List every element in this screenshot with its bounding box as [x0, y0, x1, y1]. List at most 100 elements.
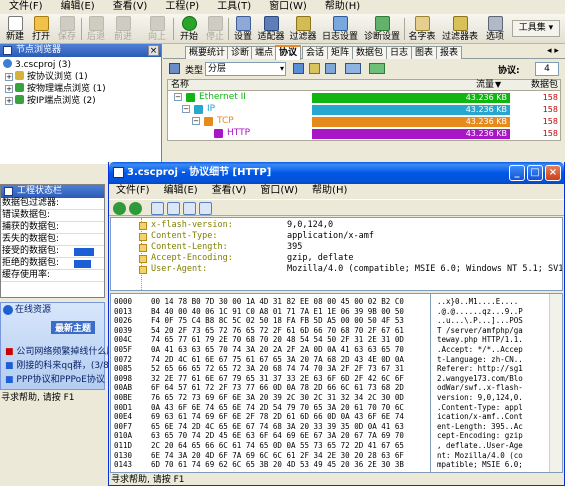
forward-button[interactable]: 前进 — [111, 15, 135, 43]
window-menu-view[interactable]: 查看(V) — [205, 184, 254, 197]
view-icon[interactable] — [169, 63, 180, 74]
tab-protocol[interactable]: 协议 — [275, 45, 302, 60]
filter-icon[interactable] — [309, 63, 320, 74]
forward-arrow-icon — [115, 16, 131, 31]
collapse-icon[interactable]: − — [182, 105, 190, 113]
tab-matrix[interactable]: 矩阵 — [327, 46, 354, 59]
expand-icon[interactable]: + — [5, 85, 13, 93]
window-titlebar[interactable]: 3.cscproj - 协议细节 [HTTP] _ □ × — [109, 162, 564, 184]
decode-field-row[interactable]: Content-Type: application/x-amf — [111, 231, 561, 242]
new-button[interactable]: 新建 — [3, 15, 27, 43]
tab-sessions[interactable]: 会话 — [302, 46, 329, 59]
forward-circle-icon[interactable] — [129, 202, 142, 215]
adapter-button[interactable]: 适配器 — [256, 15, 286, 43]
field-name: Content-Type: — [151, 231, 218, 241]
window-menu-window[interactable]: 窗口(W) — [253, 184, 305, 197]
grid-view-icon[interactable] — [293, 63, 304, 74]
tree-item-by-protocol[interactable]: + 按协议浏览 (1) — [5, 71, 88, 83]
protocol-count-field[interactable]: 4 — [535, 62, 559, 76]
tab-reports[interactable]: 报表 — [436, 46, 463, 59]
online-item[interactable]: ■ 公司网络频繁掉线什么原因 — [5, 347, 124, 358]
maximize-button[interactable]: □ — [527, 165, 543, 181]
decode-field-row[interactable]: Accept-Encoding: gzip, deflate — [111, 253, 561, 264]
online-item[interactable]: ■ PPP协议和PPPoE协议 — [5, 375, 105, 386]
filter-button[interactable]: 过滤器 — [288, 15, 318, 43]
collapse-icon[interactable]: − — [174, 93, 182, 101]
minimize-button[interactable]: _ — [509, 165, 525, 181]
close-button[interactable]: × — [545, 165, 561, 181]
filter-table-button[interactable]: 过滤器表 — [440, 15, 480, 43]
diag-settings-button[interactable]: 诊断设置 — [362, 15, 402, 43]
network-adapter-icon — [263, 16, 279, 31]
menu-project[interactable]: 工程(P) — [156, 0, 208, 13]
decode-field-row[interactable]: Content-Length: 395 — [111, 242, 561, 253]
window-menu-file[interactable]: 文件(F) — [109, 184, 157, 197]
back-circle-icon[interactable] — [113, 202, 126, 215]
tab-endpoints[interactable]: 端点 — [251, 46, 278, 59]
tree-root[interactable]: 3.cscproj (3) — [3, 59, 71, 71]
column-packets[interactable]: 数据包 — [512, 80, 558, 90]
online-item[interactable]: ■ 刚接的科来qq群，(3/8) — [5, 361, 112, 372]
main-menubar: 文件(F) 编辑(E) 查看(V) 工程(P) 工具(T) 窗口(W) 帮助(H) — [0, 0, 565, 14]
close-icon[interactable]: × — [148, 45, 159, 56]
packet-count: 158 — [542, 93, 558, 102]
new-file-icon — [7, 16, 23, 31]
tab-diagnosis[interactable]: 诊断 — [227, 46, 254, 59]
back-button[interactable]: 后退 — [84, 15, 108, 43]
decode-field-row[interactable]: User-Agent: Mozilla/4.0 (compatible; MSIE… — [111, 264, 562, 275]
names-table-button[interactable]: 名字表 — [406, 15, 438, 43]
status-row: 接受的数据包: — [1, 246, 104, 258]
hex-view-icon[interactable] — [167, 202, 180, 215]
field-name: User-Agent: — [151, 264, 208, 274]
menu-tools[interactable]: 工具(T) — [208, 0, 260, 13]
stop-button[interactable]: 停止 — [203, 15, 227, 43]
tab-packets[interactable]: 数据包 — [352, 46, 388, 59]
menu-file[interactable]: 文件(F) — [0, 0, 52, 13]
menu-view[interactable]: 查看(V) — [104, 0, 157, 13]
tree-item-by-ip[interactable]: + 按IP端点浏览 (2) — [5, 95, 96, 107]
table-row[interactable]: − TCP 43.236 KB 158 — [168, 116, 560, 127]
expand-icon[interactable]: + — [5, 73, 13, 81]
decode-view-icon[interactable] — [183, 202, 196, 215]
decode-field-row[interactable]: x-flash-version: 9,0,124,0 — [111, 220, 561, 231]
export-icon[interactable] — [325, 63, 336, 74]
table-row[interactable]: − IP 43.236 KB 158 — [168, 104, 560, 115]
table-row[interactable]: − Ethernet II 43.236 KB 158 — [168, 92, 560, 103]
tab-summary[interactable]: 概要统计 — [185, 46, 230, 59]
expand-icon[interactable]: + — [5, 97, 13, 105]
collapse-icon[interactable]: − — [192, 117, 200, 125]
refresh-icon[interactable] — [369, 63, 385, 74]
page-icon[interactable] — [151, 202, 164, 215]
protocol-table-header: 名称 流量 ▼ 数据包 — [167, 79, 561, 91]
up-button[interactable]: 向上 — [145, 15, 169, 43]
column-traffic[interactable]: 流量 — [476, 80, 494, 90]
options-button[interactable]: 选项 — [482, 15, 508, 43]
tab-charts[interactable]: 图表 — [411, 46, 438, 59]
layout-dropdown-icon[interactable] — [345, 63, 361, 74]
start-button[interactable]: 开始 — [177, 15, 201, 43]
settings-button[interactable]: 设置 — [231, 15, 255, 43]
back-arrow-icon — [88, 16, 104, 31]
status-label: 缓存使用率: — [2, 270, 51, 280]
text-view-icon[interactable] — [199, 202, 212, 215]
menu-help[interactable]: 帮助(H) — [316, 0, 369, 13]
hex-scrollbar[interactable] — [549, 294, 562, 472]
menu-edit[interactable]: 编辑(E) — [52, 0, 104, 13]
tree-item-by-physical[interactable]: + 按物理端点浏览 (1) — [5, 83, 106, 95]
log-settings-button[interactable]: 日志设置 — [320, 15, 360, 43]
type-select[interactable]: 分层 ▾ — [205, 62, 286, 76]
status-label: 接受的数据包: — [2, 246, 60, 256]
hex-ascii[interactable]: mpatible; MSIE 6.0; — [437, 459, 523, 470]
window-menu-edit[interactable]: 编辑(E) — [157, 184, 205, 197]
save-button[interactable]: 保存 — [55, 15, 79, 43]
toolkit-dropdown[interactable]: 工具集 ▾ — [512, 20, 560, 37]
window-menu-help[interactable]: 帮助(H) — [305, 184, 354, 197]
hex-bytes[interactable]: 6D 70 61 74 69 62 6C 65 3B 20 4D 53 49 4… — [151, 459, 404, 470]
table-row[interactable]: HTTP 43.236 KB 158 — [168, 128, 560, 139]
tab-logs[interactable]: 日志 — [386, 46, 413, 59]
column-name[interactable]: 名称 — [171, 80, 189, 90]
tab-scroll-arrows[interactable]: ◂ ▸ — [547, 46, 559, 56]
open-button[interactable]: 打开 — [29, 15, 53, 43]
menu-window[interactable]: 窗口(W) — [260, 0, 316, 13]
field-icon — [139, 266, 147, 274]
